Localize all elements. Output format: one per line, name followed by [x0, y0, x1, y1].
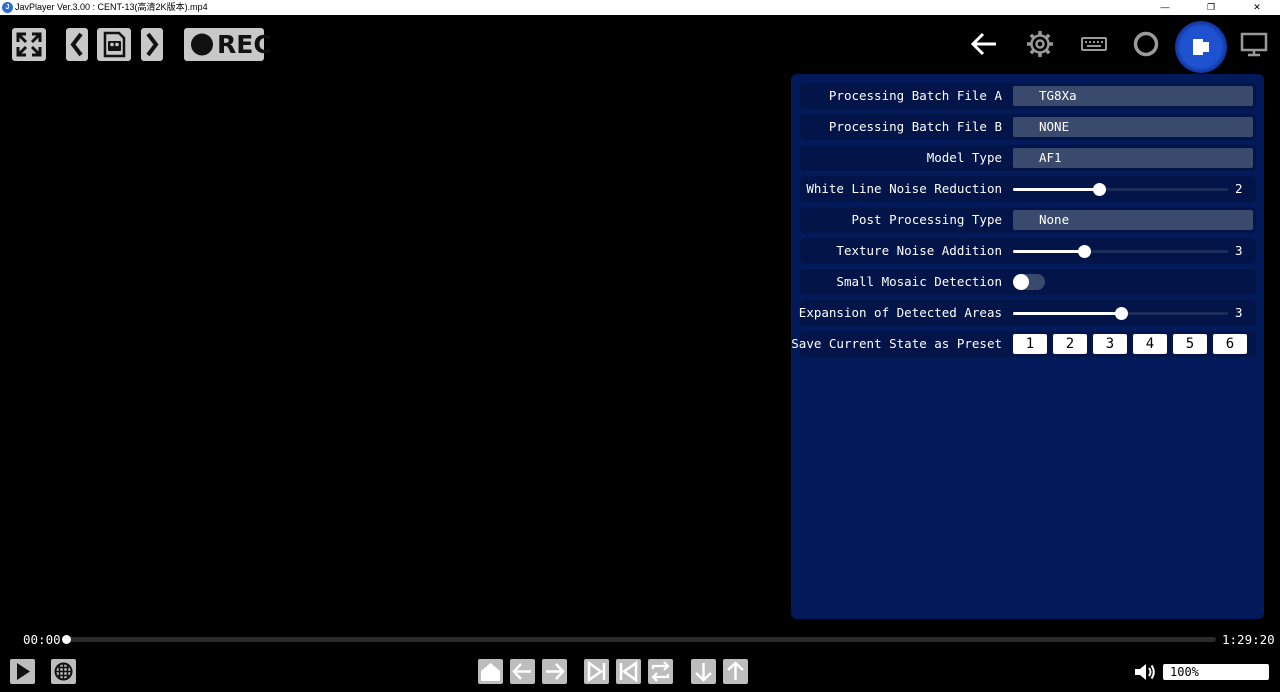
arrow-right-icon	[546, 663, 565, 680]
close-button[interactable]: ✕	[1234, 0, 1280, 15]
post-processing-value: None	[1039, 212, 1070, 227]
restore-button[interactable]: ❐	[1188, 0, 1234, 15]
preset-button-1[interactable]: 1	[1013, 334, 1047, 354]
monitor-icon[interactable]	[1238, 28, 1270, 60]
loop-button[interactable]	[648, 659, 673, 684]
white-line-label: White Line Noise Reduction	[806, 181, 1002, 196]
home-icon	[481, 663, 500, 681]
grid-button[interactable]	[51, 659, 76, 684]
arrow-up-icon	[727, 661, 744, 680]
expansion-value: 3	[1235, 305, 1243, 320]
setting-row-white-line: White Line Noise Reduction 2	[800, 176, 1256, 202]
batch-a-label: Processing Batch File A	[828, 88, 1002, 103]
step-back-button[interactable]	[510, 659, 535, 684]
filter-plugin-icon[interactable]	[1185, 31, 1217, 63]
expansion-slider[interactable]	[1013, 307, 1228, 320]
small-mosaic-toggle-knob	[1013, 274, 1029, 290]
texture-noise-slider-handle[interactable]	[1077, 245, 1091, 258]
video-file-icon	[103, 31, 126, 58]
skip-forward-button[interactable]	[584, 659, 609, 684]
circle-icon[interactable]	[1130, 28, 1162, 60]
move-up-button[interactable]	[723, 659, 748, 684]
minimize-button[interactable]: —	[1142, 0, 1188, 15]
next-file-button[interactable]	[141, 28, 163, 61]
window-title: JavPlayer Ver.3.00 : CENT-13(高清2K版本).mp4	[15, 2, 208, 12]
texture-noise-value: 3	[1235, 243, 1243, 258]
texture-noise-slider[interactable]	[1013, 245, 1228, 258]
preset-label: Save Current State as Preset	[791, 336, 1002, 351]
skip-back-button[interactable]	[616, 659, 641, 684]
preset-button-2[interactable]: 2	[1053, 334, 1087, 354]
setting-row-batch-b: Processing Batch File B NONE	[800, 114, 1256, 140]
preset-button-6[interactable]: 6	[1213, 334, 1247, 354]
setting-row-post-processing: Post Processing Type None	[800, 207, 1256, 233]
record-button[interactable]: REC	[184, 28, 272, 61]
preset-button-3[interactable]: 3	[1093, 334, 1127, 354]
model-type-value: AF1	[1039, 150, 1062, 165]
keyboard-icon[interactable]	[1078, 28, 1110, 60]
seek-bar[interactable]	[66, 637, 1216, 642]
move-down-button[interactable]	[691, 659, 716, 684]
app-icon: J	[2, 2, 13, 13]
chevron-left-icon	[70, 32, 83, 57]
expansion-slider-fill	[1013, 312, 1121, 315]
fullscreen-icon	[16, 32, 42, 57]
batch-b-select[interactable]: NONE	[1013, 117, 1253, 137]
gear-icon[interactable]	[1024, 28, 1056, 60]
setting-row-preset: Save Current State as Preset 1 2 3 4 5 6	[791, 331, 1256, 357]
speaker-icon[interactable]	[1133, 661, 1157, 683]
small-mosaic-toggle[interactable]	[1013, 274, 1045, 290]
play-button[interactable]	[10, 659, 35, 684]
batch-a-value: TG8Xa	[1039, 88, 1077, 103]
white-line-slider-handle[interactable]	[1093, 183, 1106, 196]
repeat-icon	[651, 661, 670, 682]
chevron-right-icon	[146, 32, 159, 57]
white-line-value: 2	[1235, 181, 1243, 196]
current-time: 00:00	[23, 632, 61, 647]
arrow-down-icon	[695, 663, 712, 682]
duration: 1:29:20	[1222, 632, 1275, 647]
preset-button-5[interactable]: 5	[1173, 334, 1207, 354]
step-forward-button[interactable]	[542, 659, 567, 684]
previous-file-button[interactable]	[66, 28, 88, 61]
grid-circle-icon	[54, 662, 73, 681]
arrow-left-icon	[512, 663, 531, 680]
setting-row-expansion: Expansion of Detected Areas 3	[798, 300, 1256, 326]
texture-noise-slider-fill	[1013, 250, 1084, 253]
expansion-label: Expansion of Detected Areas	[798, 305, 1002, 320]
skip-previous-icon	[619, 660, 638, 683]
record-label: REC	[217, 30, 272, 59]
expansion-slider-handle[interactable]	[1114, 307, 1128, 320]
fullscreen-button[interactable]	[12, 28, 46, 61]
title-bar: J JavPlayer Ver.3.00 : CENT-13(高清2K版本).m…	[0, 0, 1280, 15]
home-button[interactable]	[478, 659, 503, 684]
setting-row-model-type: Model Type AF1	[800, 145, 1256, 171]
texture-noise-label: Texture Noise Addition	[836, 243, 1002, 258]
setting-row-small-mosaic: Small Mosaic Detection	[800, 269, 1256, 295]
batch-b-value: NONE	[1039, 119, 1070, 134]
file-browser-button[interactable]	[97, 28, 131, 61]
batch-a-select[interactable]: TG8Xa	[1013, 86, 1253, 106]
volume-level[interactable]: 100%	[1163, 664, 1269, 680]
setting-row-texture-noise: Texture Noise Addition 3	[800, 238, 1256, 264]
white-line-slider[interactable]	[1013, 183, 1228, 196]
preset-button-4[interactable]: 4	[1133, 334, 1167, 354]
small-mosaic-label: Small Mosaic Detection	[836, 274, 1002, 289]
skip-next-icon	[587, 660, 606, 683]
model-type-label: Model Type	[926, 150, 1002, 165]
play-icon	[17, 663, 30, 680]
setting-row-batch-a: Processing Batch File A TG8Xa	[800, 83, 1256, 109]
record-dot-icon	[191, 33, 213, 56]
back-arrow-icon[interactable]	[968, 28, 1000, 60]
post-processing-select[interactable]: None	[1013, 210, 1253, 230]
white-line-slider-fill	[1013, 188, 1099, 191]
model-type-select[interactable]: AF1	[1013, 148, 1253, 168]
post-processing-label: Post Processing Type	[851, 212, 1002, 227]
seek-handle[interactable]	[62, 635, 71, 644]
batch-b-label: Processing Batch File B	[828, 119, 1002, 134]
